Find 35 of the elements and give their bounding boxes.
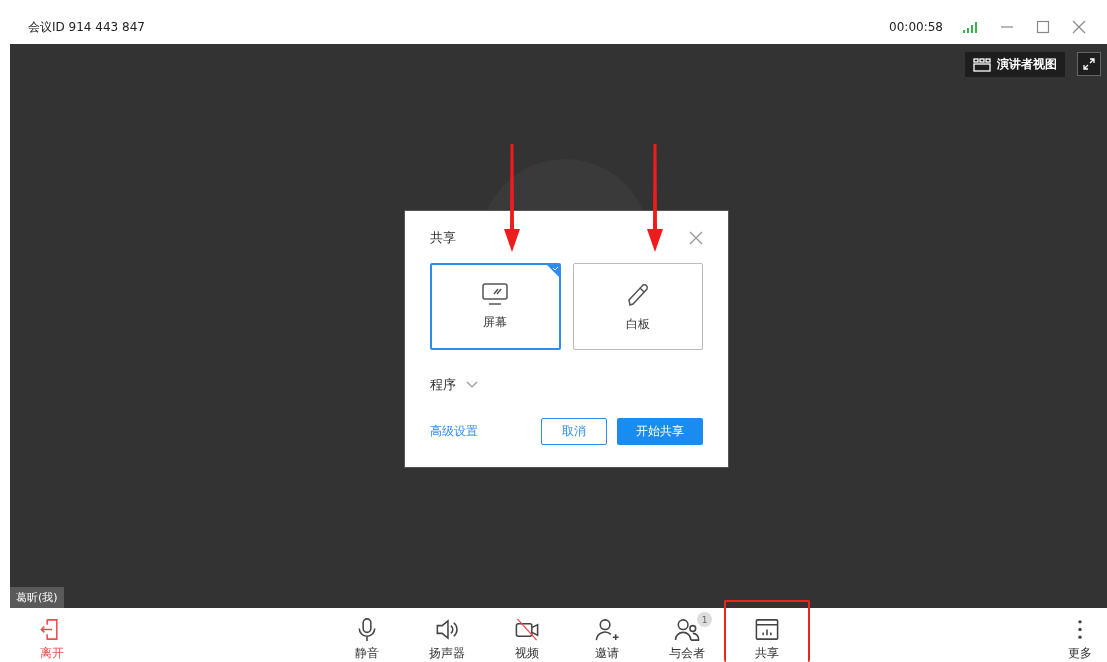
layout-icon [973, 57, 991, 72]
close-button[interactable] [689, 231, 703, 245]
share-option[interactable]: 白板 [572, 263, 703, 350]
toolbar-button[interactable]: 邀请 [567, 608, 647, 662]
toolbar-button[interactable]: 静音 [327, 608, 407, 662]
toolbar-button[interactable]: 与会者 1 [647, 608, 727, 662]
camera-icon [513, 616, 541, 643]
cancel-button[interactable]: 取消 [541, 418, 607, 445]
meeting-id: 会议ID 914 443 847 [28, 18, 145, 36]
share-icon [753, 616, 781, 643]
more-icon [1077, 619, 1083, 640]
signal-icon [963, 21, 979, 33]
advanced-settings-link[interactable]: 高级设置 [430, 423, 478, 440]
expand-icon [1082, 57, 1096, 71]
count-badge: 1 [697, 612, 712, 627]
meeting-timer: 00:00:58 [889, 20, 943, 34]
fullscreen-button[interactable] [1077, 52, 1101, 76]
toolbar-button[interactable]: 共享 [724, 600, 810, 662]
toolbar-button[interactable]: 离开 [12, 608, 92, 662]
name-tag: 葛昕(我) [10, 587, 64, 608]
share-option[interactable]: 屏幕 [430, 263, 561, 350]
presenter-view-button[interactable]: 演讲者视图 [965, 52, 1065, 77]
check-icon [545, 264, 560, 278]
maximize-icon[interactable] [1035, 19, 1051, 35]
program-dropdown[interactable]: 程序 [430, 376, 478, 394]
participants-icon [673, 616, 701, 643]
chevron-icon [466, 381, 478, 389]
toolbar-button[interactable]: 更多 [1053, 608, 1107, 662]
monitor-icon [481, 282, 510, 306]
dialog-title: 共享 [430, 229, 456, 247]
close-icon [689, 231, 703, 245]
close-icon[interactable] [1071, 19, 1087, 35]
toolbar-button[interactable]: 扬声器 [407, 608, 487, 662]
toolbar-button[interactable]: 视频 [487, 608, 567, 662]
invite-icon [593, 616, 621, 643]
